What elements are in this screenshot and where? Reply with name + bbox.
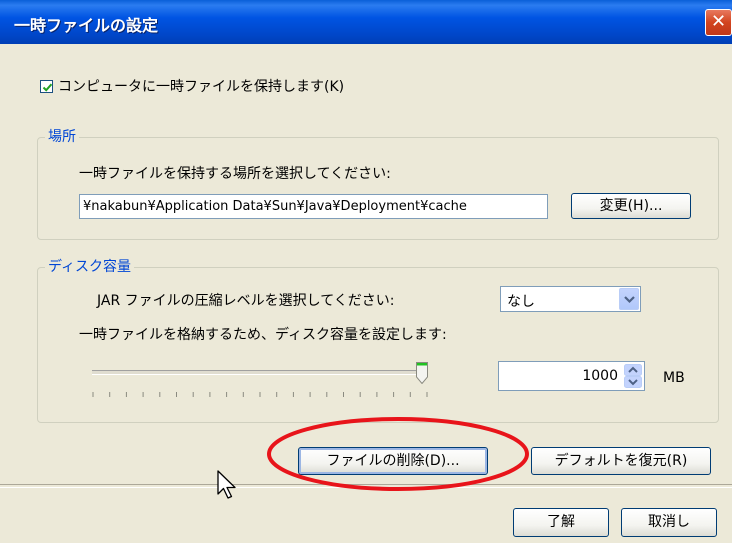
window-title: 一時ファイルの設定 — [14, 16, 159, 35]
cache-path-field[interactable]: ¥nakabun¥Application Data¥Sun¥Java¥Deplo… — [79, 194, 548, 219]
restore-defaults-button[interactable]: デフォルトを復元(R) — [531, 447, 711, 475]
cancel-label: 取消し — [648, 514, 690, 530]
compression-label: JAR ファイルの圧縮レベルを選択してください: — [97, 293, 395, 309]
disk-space-label: 一時ファイルを格納するため、ディスク容量を設定します: — [79, 327, 447, 343]
chevron-down-icon — [624, 296, 635, 304]
highlight-ellipse — [267, 417, 529, 491]
location-instruction: 一時ファイルを保持する場所を選択してください: — [79, 166, 391, 182]
compression-value: なし — [507, 294, 535, 310]
keep-files-checkbox[interactable] — [40, 80, 53, 93]
keep-files-label: コンピュータに一時ファイルを保持します(K) — [58, 79, 345, 95]
close-icon: ✕ — [710, 11, 727, 32]
checkmark-icon — [42, 83, 53, 92]
compression-select[interactable]: なし — [500, 286, 641, 312]
disk-space-spinner[interactable]: 1000 — [498, 361, 645, 391]
change-location-label: 変更(H)... — [599, 198, 663, 214]
ok-button[interactable]: 了解 — [513, 508, 609, 537]
restore-defaults-label: デフォルトを復元(R) — [554, 453, 688, 469]
disk-space-value: 1000 — [582, 368, 618, 384]
spinner-arrows-icon[interactable] — [624, 364, 642, 388]
close-button[interactable]: ✕ — [705, 9, 732, 36]
change-location-button[interactable]: 変更(H)... — [571, 193, 691, 219]
disk-space-group-legend: ディスク容量 — [45, 256, 135, 276]
location-group — [37, 137, 719, 240]
location-group-legend: 場所 — [45, 126, 79, 146]
slider-thumb-icon — [416, 362, 428, 385]
cancel-button[interactable]: 取消し — [621, 508, 717, 537]
disk-space-slider-thumb[interactable] — [416, 362, 428, 385]
ok-label: 了解 — [547, 514, 575, 530]
mouse-cursor-icon — [217, 470, 236, 499]
disk-space-slider-track[interactable] — [92, 370, 428, 375]
temp-files-settings-dialog: 一時ファイルの設定 ✕ コンピュータに一時ファイルを保持します(K) 場所 一時… — [0, 0, 732, 543]
title-bar[interactable]: 一時ファイルの設定 ✕ — [0, 0, 732, 44]
compression-dropdown-button[interactable] — [619, 288, 639, 310]
disk-space-unit: MB — [663, 370, 685, 386]
slider-ticks — [92, 392, 428, 397]
